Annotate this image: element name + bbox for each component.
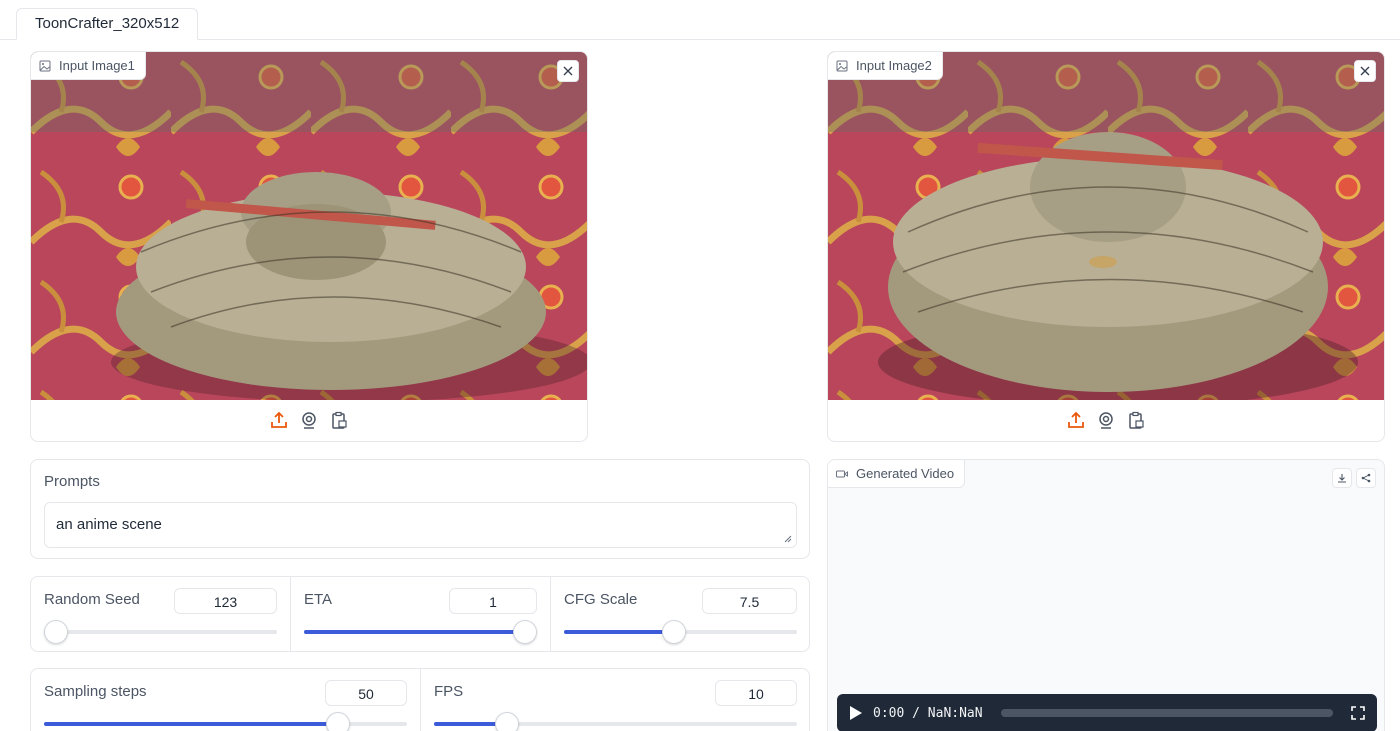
tab-bar: ToonCrafter_320x512 xyxy=(0,0,1400,40)
params-row-2: Sampling steps 50 FPS 10 xyxy=(30,668,810,731)
sampling-steps-slider-thumb[interactable] xyxy=(326,712,351,731)
share-button[interactable] xyxy=(1356,468,1376,488)
random-seed-control: Random Seed 123 xyxy=(31,577,290,651)
video-player-controls: 0:00 / NaN:NaN xyxy=(837,694,1377,731)
clipboard-icon xyxy=(1129,411,1144,429)
input-image2-label: Input Image2 xyxy=(828,52,943,80)
clipboard-icon xyxy=(332,411,347,429)
input-image2-label-text: Input Image2 xyxy=(856,57,932,73)
prompts-panel: Prompts an anime scene xyxy=(30,459,810,559)
random-seed-slider[interactable] xyxy=(43,620,277,644)
eta-slider[interactable] xyxy=(304,620,537,644)
input-image1-clear-button[interactable] xyxy=(557,60,579,82)
eta-label: ETA xyxy=(304,591,333,608)
close-icon xyxy=(563,66,573,76)
download-button[interactable] xyxy=(1332,468,1352,488)
fps-input[interactable]: 10 xyxy=(715,680,797,706)
input-image2-toolbar xyxy=(828,399,1384,441)
input-image2-picture xyxy=(828,52,1384,400)
input-image1-upload-button[interactable] xyxy=(269,410,289,430)
image-icon xyxy=(836,60,848,71)
input-image1-label-text: Input Image1 xyxy=(59,57,135,73)
params-row-1: Random Seed 123 ETA 1 CFG Scale 7.5 xyxy=(30,576,810,652)
video-icon xyxy=(836,470,848,477)
prompts-label: Prompts xyxy=(44,473,100,490)
video-progress-bar[interactable] xyxy=(1000,709,1333,717)
eta-slider-thumb[interactable] xyxy=(513,620,537,644)
eta-slider-fill xyxy=(304,630,525,634)
webcam-icon xyxy=(1099,412,1113,429)
random-seed-slider-thumb[interactable] xyxy=(43,620,68,644)
input-image1-label: Input Image1 xyxy=(31,52,146,80)
upload-icon xyxy=(271,411,287,428)
sampling-steps-slider[interactable] xyxy=(44,712,407,731)
fps-slider-thumb[interactable] xyxy=(494,712,519,731)
input-image1-webcam-button[interactable] xyxy=(299,410,319,430)
sampling-steps-slider-fill xyxy=(44,722,339,726)
generated-video-label: Generated Video xyxy=(828,460,966,488)
input-image2-clipboard-button[interactable] xyxy=(1126,410,1146,430)
download-icon xyxy=(1338,474,1346,483)
input-image1-clipboard-button[interactable] xyxy=(329,410,349,430)
input-image2-preview[interactable] xyxy=(828,52,1384,400)
input-image1-picture xyxy=(31,52,587,400)
resize-grip-icon[interactable] xyxy=(784,535,792,543)
tab-bar-divider xyxy=(0,39,1400,40)
input-image1-preview[interactable] xyxy=(31,52,587,400)
cfg-scale-input[interactable]: 7.5 xyxy=(702,588,797,614)
input-image2-clear-button[interactable] xyxy=(1354,60,1376,82)
cfg-scale-slider-thumb[interactable] xyxy=(661,620,686,644)
upload-icon xyxy=(1068,411,1084,428)
input-image1-toolbar xyxy=(31,399,587,441)
eta-control: ETA 1 xyxy=(291,577,550,651)
input-image1-panel: Input Image1 xyxy=(30,51,588,442)
fps-label: FPS xyxy=(434,683,464,700)
video-time: 0:00 / NaN:NaN xyxy=(873,705,983,721)
sampling-steps-control: Sampling steps 50 xyxy=(31,669,420,731)
prompts-text: an anime scene xyxy=(56,516,162,533)
tab-tooncrafter[interactable]: ToonCrafter_320x512 xyxy=(16,8,199,40)
cfg-scale-label: CFG Scale xyxy=(564,591,638,608)
random-seed-input[interactable]: 123 xyxy=(174,588,277,614)
input-image2-upload-button[interactable] xyxy=(1066,410,1086,430)
cfg-scale-slider[interactable] xyxy=(564,620,797,644)
image-icon xyxy=(39,60,51,71)
generated-video-label-text: Generated Video xyxy=(856,465,955,481)
prompts-textarea[interactable]: an anime scene xyxy=(44,502,797,548)
input-image2-webcam-button[interactable] xyxy=(1096,410,1116,430)
cfg-scale-control: CFG Scale 7.5 xyxy=(551,577,809,651)
fullscreen-icon[interactable] xyxy=(1351,706,1365,720)
play-icon[interactable] xyxy=(849,705,863,721)
eta-input[interactable]: 1 xyxy=(449,588,537,614)
close-icon xyxy=(1360,66,1370,76)
sampling-steps-label: Sampling steps xyxy=(44,683,147,700)
fps-control: FPS 10 xyxy=(421,669,809,731)
random-seed-label: Random Seed xyxy=(44,591,140,608)
sampling-steps-input[interactable]: 50 xyxy=(325,680,407,706)
webcam-icon xyxy=(302,412,316,429)
generated-video-panel: Generated Video 0:00 / NaN:NaN xyxy=(827,459,1385,731)
input-image2-panel: Input Image2 xyxy=(827,51,1385,442)
share-icon xyxy=(1361,473,1371,483)
fps-slider[interactable] xyxy=(434,712,797,731)
cfg-scale-slider-fill xyxy=(564,630,674,634)
